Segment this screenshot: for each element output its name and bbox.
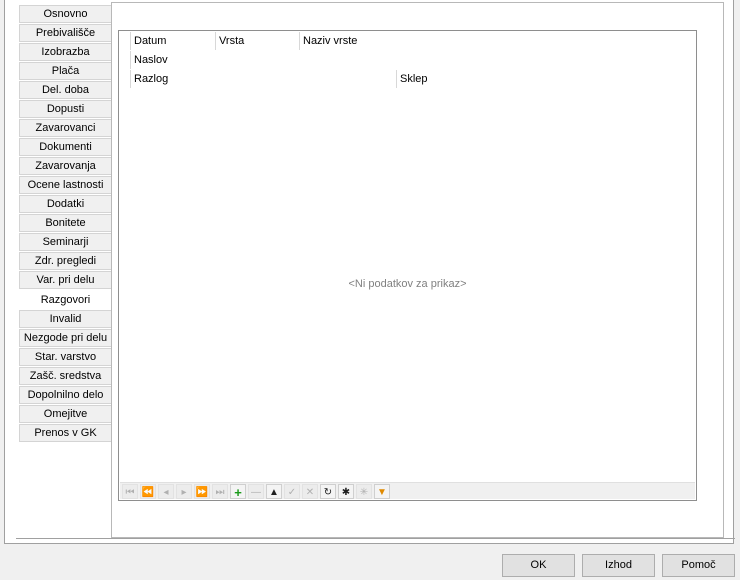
tab-zdr-pregledi[interactable]: Zdr. pregledi <box>19 252 111 270</box>
tab-zavarovanci[interactable]: Zavarovanci <box>19 119 111 137</box>
help-button[interactable]: Pomoč <box>662 554 735 577</box>
column-header-datum[interactable]: Datum <box>130 32 215 50</box>
filter-icon[interactable]: ▼ <box>374 483 390 499</box>
goto-bookmark-icon[interactable]: ✳ <box>356 483 372 499</box>
tab-osnovno[interactable]: Osnovno <box>19 5 111 23</box>
tab-dopusti[interactable]: Dopusti <box>19 100 111 118</box>
tab-del-doba[interactable]: Del. doba <box>19 81 111 99</box>
tab-prebivališče[interactable]: Prebivališče <box>19 24 111 42</box>
prev-record-icon[interactable]: ◂ <box>158 483 174 499</box>
column-header-naslov[interactable]: Naslov <box>130 51 696 69</box>
bookmark-icon[interactable]: ✱ <box>338 483 354 499</box>
column-header-naziv-vrste[interactable]: Naziv vrste <box>299 32 696 50</box>
last-record-icon[interactable]: ⏭ <box>212 483 228 499</box>
tab-zavarovanja[interactable]: Zavarovanja <box>19 157 111 175</box>
column-header-vrsta[interactable]: Vrsta <box>215 32 299 50</box>
empty-grid-message: <Ni podatkov za prikaz> <box>348 278 467 290</box>
exit-button[interactable]: Izhod <box>582 554 655 577</box>
refresh-icon[interactable]: ↻ <box>320 483 336 499</box>
post-icon[interactable]: ✓ <box>284 483 300 499</box>
delete-icon[interactable]: — <box>248 483 264 499</box>
tab-list: Osnovno Prebivališče Izobrazba Plača Del. do… <box>19 5 111 443</box>
tab-dopolnilno-delo[interactable]: Dopolnilno delo <box>19 386 111 404</box>
tab-invalid[interactable]: Invalid <box>19 310 111 328</box>
column-header-razlog[interactable]: Razlog <box>130 70 396 88</box>
grid-header: Datum Vrsta Naziv vrste Naslov Razlog Sk… <box>130 31 696 89</box>
next-page-icon[interactable]: ⏩ <box>194 483 210 499</box>
tab-bonitete[interactable]: Bonitete <box>19 214 111 232</box>
prev-page-icon[interactable]: ⏪ <box>140 483 156 499</box>
first-record-icon[interactable]: ⏮ <box>122 483 138 499</box>
next-record-icon[interactable]: ▸ <box>176 483 192 499</box>
tab-omejitve[interactable]: Omejitve <box>19 405 111 423</box>
tab-prenos-v-gk[interactable]: Prenos v GK <box>19 424 111 442</box>
tab-var-pri-delu[interactable]: Var. pri delu <box>19 271 111 289</box>
tab-razgovori[interactable]: Razgovori <box>19 290 111 309</box>
tab-plača[interactable]: Plača <box>19 62 111 80</box>
tab-zašč-sredstva[interactable]: Zašč. sredstva <box>19 367 111 385</box>
tab-dodatki[interactable]: Dodatki <box>19 195 111 213</box>
tab-ocene-lastnosti[interactable]: Ocene lastnosti <box>19 176 111 194</box>
separator-line <box>16 538 735 539</box>
tab-star-varstvo[interactable]: Star. varstvo <box>19 348 111 366</box>
tab-izobrazba[interactable]: Izobrazba <box>19 43 111 61</box>
tab-seminarji[interactable]: Seminarji <box>19 233 111 251</box>
tab-dokumenti[interactable]: Dokumenti <box>19 138 111 156</box>
edit-icon[interactable]: ▲ <box>266 483 282 499</box>
grid-navigator: ⏮ ⏪ ◂ ▸ ⏩ ⏭ + — ▲ ✓ ✕ ↻ ✱ ✳ ▼ <box>120 482 695 500</box>
cancel-icon[interactable]: ✕ <box>302 483 318 499</box>
insert-icon[interactable]: + <box>230 483 246 500</box>
tab-nezgode-pri-delu[interactable]: Nezgode pri delu <box>19 329 111 347</box>
data-grid[interactable]: Datum Vrsta Naziv vrste Naslov Razlog Sk… <box>118 30 697 501</box>
ok-button[interactable]: OK <box>502 554 575 577</box>
column-header-sklep[interactable]: Sklep <box>396 70 696 88</box>
